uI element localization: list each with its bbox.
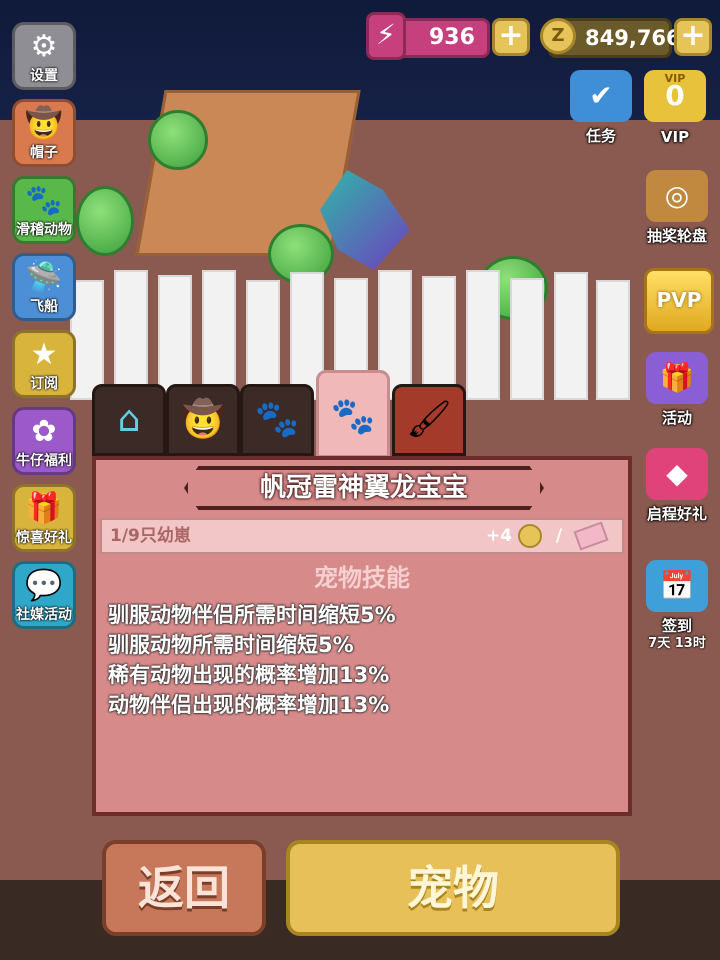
signin-timer: 7天 13时 xyxy=(648,636,706,651)
pet-name-title: 帆冠雷神翼龙宝宝 xyxy=(184,466,544,510)
ticket-icon xyxy=(573,521,609,551)
paint-roller-icon: 🖌 xyxy=(406,399,452,440)
pet-button[interactable]: 宠物 xyxy=(286,840,620,936)
left-menu-item[interactable]: 🐾 滑稽动物 xyxy=(12,176,76,244)
left-menu-item[interactable]: ⚙ 设置 xyxy=(12,22,76,90)
left-menu-label: 订阅 xyxy=(30,376,58,392)
tab-paw[interactable]: 🐾 xyxy=(240,384,314,456)
pet-label: 宠物 xyxy=(407,861,499,915)
reward-info: +4 / xyxy=(485,520,609,552)
right-menu-item[interactable]: 🎁 活动 xyxy=(642,352,712,427)
left-menu-item[interactable]: 🛸 飞船 xyxy=(12,253,76,321)
left-menu-item[interactable]: 🎁 惊喜好礼 xyxy=(12,484,76,552)
pvp-label: PVP xyxy=(656,288,702,312)
tab-hat[interactable]: 🤠 xyxy=(166,384,240,456)
left-menu-label: 帽子 xyxy=(30,145,58,161)
hat-icon: 🤠 xyxy=(180,399,226,440)
left-menu-label: 惊喜好礼 xyxy=(16,530,72,546)
paw-icon: 🐾 xyxy=(254,399,300,440)
left-menu-item[interactable]: ★ 订阅 xyxy=(12,330,76,398)
bush xyxy=(148,110,208,170)
flower-icon: ✿ xyxy=(31,414,57,449)
left-menu-label: 滑稽动物 xyxy=(16,222,72,238)
paw-icon: 🐾 xyxy=(25,183,63,218)
right-menu-item[interactable]: ◆ 启程好礼 xyxy=(642,448,712,523)
skill-item: 动物伴侣出现的概率增加13% xyxy=(108,693,390,717)
coins-icon: ◆ xyxy=(646,448,708,500)
energy-plus-button[interactable]: + xyxy=(492,18,530,56)
spaceship-icon: 🛸 xyxy=(25,260,63,295)
gift-box-icon: 🎁 xyxy=(646,352,708,404)
right-menu-label: VIP xyxy=(660,128,690,146)
back-button[interactable]: 返回 xyxy=(102,840,266,936)
left-menu-item[interactable]: 🤠 帽子 xyxy=(12,99,76,167)
lightning-icon: ⚡ xyxy=(366,12,406,60)
vip-header: VIP xyxy=(664,72,686,85)
left-menu-label: 牛仔福利 xyxy=(16,453,72,469)
skill-item: 驯服动物所需时间缩短5% xyxy=(108,633,354,657)
skills-list: 驯服动物伴侣所需时间缩短5% 驯服动物所需时间缩短5% 稀有动物出现的概率增加1… xyxy=(108,600,396,720)
right-menu-label: 抽奖轮盘 xyxy=(646,227,707,245)
coins-plus-button[interactable]: + xyxy=(674,18,712,56)
skill-item: 稀有动物出现的概率增加13% xyxy=(108,663,390,687)
coins-value: 849,766 xyxy=(585,26,681,50)
left-menu-label: 设置 xyxy=(30,68,58,84)
back-label: 返回 xyxy=(138,861,230,915)
house-icon: ⌂ xyxy=(117,399,141,440)
pet-info-panel: 帆冠雷神翼龙宝宝 1/9只幼崽 +4 / 宠物技能 驯服动物伴侣所需时间缩短5%… xyxy=(92,456,632,816)
reward-amount: +4 xyxy=(485,526,513,546)
left-menu-item[interactable]: 💬 社媒活动 xyxy=(12,561,76,629)
right-menu-label: 启程好礼 xyxy=(646,505,707,523)
right-menu-item[interactable]: 0 VIP VIP xyxy=(640,70,710,146)
left-menu-label: 社媒活动 xyxy=(16,607,72,623)
tab-house[interactable]: ⌂ xyxy=(92,384,166,456)
star-badge-icon: ★ xyxy=(30,337,58,372)
tab-pet[interactable]: 🐾 xyxy=(316,370,390,458)
left-menu-label: 飞船 xyxy=(30,299,58,315)
calendar-icon: 📅 xyxy=(646,560,708,612)
divider-slash: / xyxy=(555,526,563,546)
skill-item: 驯服动物伴侣所需时间缩短5% xyxy=(108,603,396,627)
gift-icon: 🎁 xyxy=(25,491,63,526)
chat-icon: 💬 xyxy=(25,568,63,603)
tab-paint[interactable]: 🖌 xyxy=(392,384,466,456)
pvp-button[interactable]: PVP xyxy=(644,268,714,334)
progress-row: 1/9只幼崽 +4 / xyxy=(100,518,624,554)
paw-pet-icon: 🐾 xyxy=(330,396,376,437)
hat-icon: 🤠 xyxy=(25,106,63,141)
wheel-icon: ◎ xyxy=(646,170,708,222)
energy-value: 936 xyxy=(429,25,475,50)
gear-icon: ⚙ xyxy=(30,29,58,64)
right-menu-item[interactable]: ✔ 任务 xyxy=(566,70,636,145)
left-menu-item[interactable]: ✿ 牛仔福利 xyxy=(12,407,76,475)
skills-title: 宠物技能 xyxy=(314,564,410,592)
right-menu-item[interactable]: ◎ 抽奖轮盘 xyxy=(642,170,712,245)
right-menu-label: 活动 xyxy=(661,409,692,427)
coin-icon xyxy=(517,524,542,548)
cubs-progress: 1/9只幼崽 xyxy=(110,526,191,546)
checklist-icon: ✔ xyxy=(570,70,632,122)
coin-icon: Z xyxy=(540,18,576,54)
right-menu-item[interactable]: 📅 签到 7天 13时 xyxy=(642,560,712,651)
